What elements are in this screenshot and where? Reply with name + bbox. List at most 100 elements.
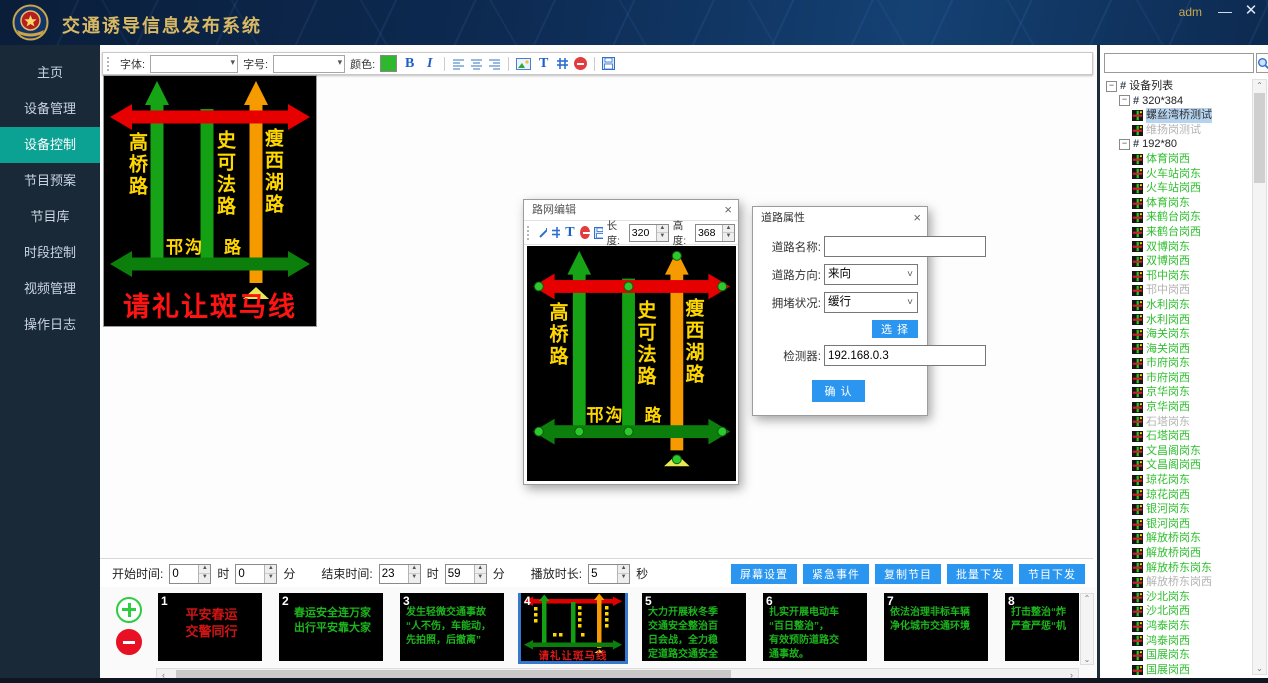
sidebar-item[interactable]: 操作日志 — [0, 307, 100, 343]
tree-leaf[interactable]: 水利岗东 — [1102, 298, 1253, 313]
tree-root[interactable]: −#设备列表 — [1102, 79, 1253, 94]
program-thumbnail[interactable]: 4 请礼让斑马线 — [521, 593, 625, 661]
tree-leaf[interactable]: 海关岗西 — [1102, 342, 1253, 357]
close-icon[interactable]: × — [724, 200, 732, 220]
minimize-button[interactable]: — — [1216, 2, 1234, 20]
editor-canvas[interactable]: 高桥路 史可法路 瘦西湖路 邗沟 路 — [527, 246, 736, 481]
delete-icon[interactable] — [574, 57, 587, 70]
road-name-input[interactable] — [824, 236, 986, 257]
tree-leaf[interactable]: 火车站岗西 — [1102, 181, 1253, 196]
action-button[interactable]: 紧急事件 — [803, 564, 869, 584]
tree-leaf[interactable]: 文昌阁岗西 — [1102, 458, 1253, 473]
columns-icon[interactable] — [556, 57, 569, 70]
tree-scrollbar[interactable]: ⌃⌄ — [1252, 79, 1267, 675]
tree-leaf[interactable]: 国展岗西 — [1102, 663, 1253, 675]
tree-leaf[interactable]: 螺丝湾桥测试 — [1102, 108, 1253, 123]
draw-road-icon[interactable] — [538, 227, 547, 239]
sidebar-item[interactable]: 主页 — [0, 55, 100, 91]
scrollbar-thumb[interactable] — [1254, 93, 1265, 183]
action-button[interactable]: 复制节目 — [875, 564, 941, 584]
add-program-button[interactable] — [116, 597, 142, 623]
tree-leaf[interactable]: 水利岗西 — [1102, 313, 1253, 328]
collapse-icon[interactable]: − — [1106, 81, 1117, 92]
program-thumbnail[interactable]: 3发生轻微交通事故“人不伤，车能动，先拍照，后撤离” — [400, 593, 504, 661]
delete-icon[interactable] — [580, 226, 590, 239]
remove-program-button[interactable] — [116, 629, 142, 655]
end-minute-input[interactable] — [446, 565, 474, 583]
search-button[interactable] — [1256, 53, 1268, 73]
sidebar-item[interactable]: 节目预案 — [0, 163, 100, 199]
program-thumbnail[interactable]: 6扎实开展电动车“百日整治”，有效预防道路交通事故。 — [763, 593, 867, 661]
sidebar-item[interactable]: 时段控制 — [0, 235, 100, 271]
end-hour-input[interactable] — [380, 565, 408, 583]
tree-leaf[interactable]: 邗中岗东 — [1102, 269, 1253, 284]
sidebar-item[interactable]: 节目库 — [0, 199, 100, 235]
align-center-icon[interactable] — [470, 58, 483, 70]
tree-leaf[interactable]: 银河岗东 — [1102, 502, 1253, 517]
close-icon[interactable]: × — [913, 207, 921, 229]
tree-group[interactable]: −#192*80 — [1102, 137, 1253, 152]
tree-leaf[interactable]: 沙北岗西 — [1102, 604, 1253, 619]
tree-leaf[interactable]: 来鹤台岗西 — [1102, 225, 1253, 240]
program-thumbnail[interactable]: 8打击整治“炸严查严惩“机 — [1005, 593, 1079, 661]
tree-leaf[interactable]: 沙北岗东 — [1102, 590, 1253, 605]
tree-leaf[interactable]: 市府岗东 — [1102, 356, 1253, 371]
tree-leaf[interactable]: 海关岗东 — [1102, 327, 1253, 342]
tree-leaf[interactable]: 体育岗东 — [1102, 196, 1253, 211]
tree-leaf[interactable]: 解放桥岗东 — [1102, 531, 1253, 546]
action-button[interactable]: 屏幕设置 — [731, 564, 797, 584]
junction-icon[interactable] — [551, 226, 560, 239]
height-stepper[interactable]: ▲▼ — [695, 224, 735, 242]
duration-stepper[interactable]: ▲▼ — [588, 564, 630, 584]
tree-leaf[interactable]: 来鹤台岗东 — [1102, 210, 1253, 225]
program-thumbnail[interactable]: 2春运安全连万家出行平安靠大家 — [279, 593, 383, 661]
select-button[interactable]: 选 择 — [872, 320, 918, 338]
sidebar-item[interactable]: 视频管理 — [0, 271, 100, 307]
save-icon[interactable] — [602, 57, 615, 70]
align-right-icon[interactable] — [488, 58, 501, 70]
tree-leaf[interactable]: 京华岗东 — [1102, 385, 1253, 400]
tree-leaf[interactable]: 邗中岗西 — [1102, 283, 1253, 298]
tree-leaf[interactable]: 鸿泰岗西 — [1102, 634, 1253, 649]
start-hour-input[interactable] — [170, 565, 198, 583]
tree-leaf[interactable]: 京华岗西 — [1102, 400, 1253, 415]
tree-leaf[interactable]: 石塔岗东 — [1102, 415, 1253, 430]
sidebar-item[interactable]: 设备控制 — [0, 127, 100, 163]
collapse-icon[interactable]: − — [1119, 139, 1130, 150]
tree-leaf[interactable]: 火车站岗东 — [1102, 167, 1253, 182]
size-select[interactable] — [273, 55, 345, 73]
tree-leaf[interactable]: 琼花岗西 — [1102, 488, 1253, 503]
action-button[interactable]: 节目下发 — [1019, 564, 1085, 584]
start-minute-stepper[interactable]: ▲▼ — [235, 564, 277, 584]
text-tool-icon[interactable]: T — [536, 56, 551, 72]
duration-input[interactable] — [589, 565, 617, 583]
tree-leaf[interactable]: 双博岗东 — [1102, 240, 1253, 255]
program-thumbnail[interactable]: 1平安春运交警同行 — [158, 593, 262, 661]
detector-input[interactable] — [824, 345, 986, 366]
font-select[interactable] — [150, 55, 238, 73]
tree-leaf[interactable]: 银河岗西 — [1102, 517, 1253, 532]
save-icon[interactable] — [594, 227, 603, 239]
device-search-input[interactable] — [1104, 53, 1254, 73]
start-hour-stepper[interactable]: ▲▼ — [169, 564, 211, 584]
program-vertical-scrollbar[interactable]: ⌃⌄ — [1080, 593, 1094, 665]
tree-leaf[interactable]: 体育岗西 — [1102, 152, 1253, 167]
tree-leaf[interactable]: 石塔岗西 — [1102, 429, 1253, 444]
tree-leaf[interactable]: 市府岗西 — [1102, 371, 1253, 386]
tree-leaf[interactable]: 双博岗西 — [1102, 254, 1253, 269]
direction-select[interactable]: 来向 — [824, 264, 918, 285]
tree-leaf[interactable]: 解放桥东岗东 — [1102, 561, 1253, 576]
program-preview-canvas[interactable]: 高桥路 史可法路 瘦西湖路 邗沟 路 请礼让斑马线 — [103, 75, 317, 327]
color-swatch[interactable] — [380, 55, 397, 72]
confirm-button[interactable]: 确 认 — [812, 380, 864, 402]
bold-icon[interactable]: B — [402, 56, 417, 72]
end-hour-stepper[interactable]: ▲▼ — [379, 564, 421, 584]
collapse-icon[interactable]: − — [1119, 95, 1130, 106]
action-button[interactable]: 批量下发 — [947, 564, 1013, 584]
tree-leaf[interactable]: 琼花岗东 — [1102, 473, 1253, 488]
congestion-select[interactable]: 缓行 — [824, 292, 918, 313]
tree-leaf[interactable]: 解放桥东岗西 — [1102, 575, 1253, 590]
height-input[interactable] — [696, 225, 722, 241]
tree-group[interactable]: −#320*384 — [1102, 94, 1253, 109]
close-button[interactable]: ✕ — [1242, 2, 1260, 20]
